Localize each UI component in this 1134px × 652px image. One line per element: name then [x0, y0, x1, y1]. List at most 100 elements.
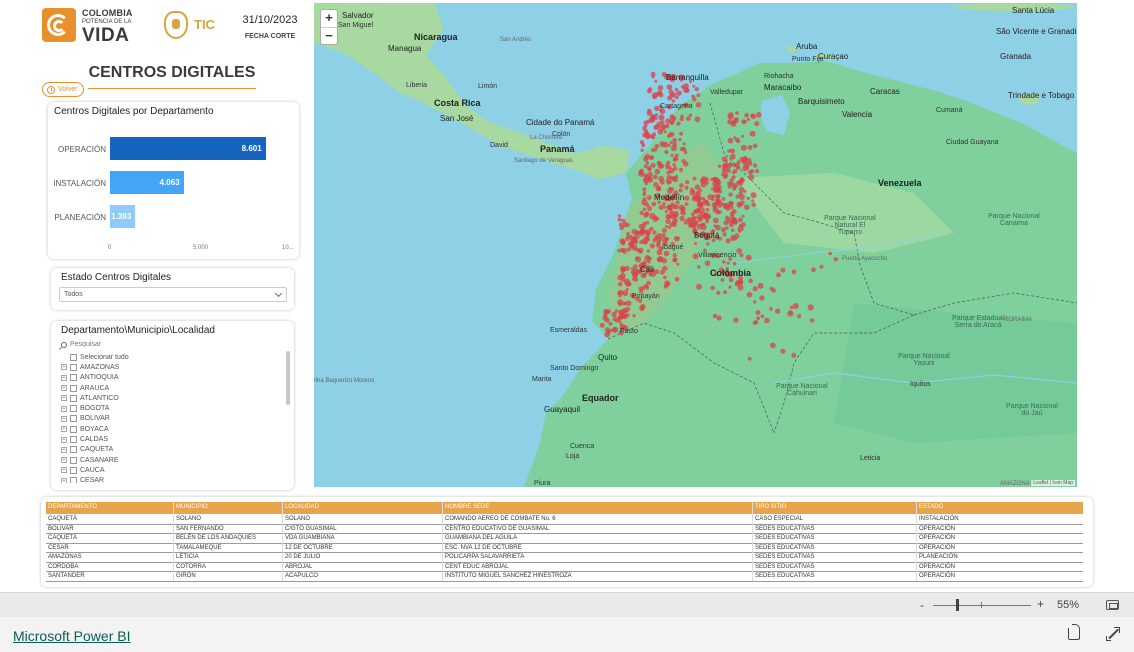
- centro-point[interactable]: [707, 203, 711, 207]
- centro-point[interactable]: [733, 136, 737, 140]
- centro-point[interactable]: [695, 195, 702, 202]
- centro-point[interactable]: [723, 220, 729, 226]
- centro-point[interactable]: [682, 142, 686, 146]
- centro-point[interactable]: [688, 223, 693, 229]
- centro-point[interactable]: [630, 267, 635, 271]
- centro-point[interactable]: [696, 283, 702, 290]
- table-row[interactable]: CAQUETÁ SOLANO SOLANO COMANDO AEREO DE COMB…: [46, 515, 1083, 525]
- table-column-header[interactable]: DEPARTAMENTO: [48, 504, 97, 510]
- centro-point[interactable]: [673, 213, 679, 218]
- centro-point[interactable]: [670, 121, 674, 125]
- centro-point[interactable]: [659, 141, 666, 147]
- centro-point[interactable]: [704, 260, 711, 267]
- slicer-item[interactable]: + BOGOTA: [61, 403, 287, 413]
- centro-point[interactable]: [791, 269, 797, 275]
- centro-point[interactable]: [648, 167, 652, 172]
- centro-point[interactable]: [688, 113, 693, 117]
- centro-point[interactable]: [666, 180, 671, 185]
- centro-point[interactable]: [684, 185, 689, 190]
- centro-point[interactable]: [690, 187, 694, 192]
- centro-point[interactable]: [723, 290, 727, 295]
- centro-point[interactable]: [621, 242, 626, 246]
- centro-point[interactable]: [626, 247, 632, 252]
- centro-point[interactable]: [733, 185, 737, 189]
- centro-point[interactable]: [728, 285, 732, 289]
- centro-point[interactable]: [712, 177, 717, 181]
- centro-point[interactable]: [660, 120, 665, 125]
- expand-icon[interactable]: +: [61, 395, 67, 402]
- centro-point[interactable]: [729, 181, 734, 187]
- centro-point[interactable]: [649, 226, 654, 232]
- zoom-in-button[interactable]: +: [1037, 597, 1044, 611]
- slicer-item[interactable]: + CAUCA: [61, 465, 287, 475]
- centro-point[interactable]: [653, 125, 658, 130]
- centro-point[interactable]: [645, 161, 650, 165]
- centro-point[interactable]: [666, 84, 673, 90]
- centro-point[interactable]: [679, 131, 683, 136]
- centro-point[interactable]: [732, 261, 737, 266]
- centro-point[interactable]: [617, 291, 622, 296]
- centro-point[interactable]: [625, 300, 632, 307]
- centro-point[interactable]: [679, 215, 685, 222]
- centro-point[interactable]: [746, 157, 752, 164]
- centro-point[interactable]: [721, 202, 725, 206]
- centro-point[interactable]: [716, 194, 720, 199]
- centro-point[interactable]: [693, 209, 697, 213]
- centro-point[interactable]: [747, 356, 752, 361]
- table-column-header[interactable]: MUNICIPIO: [176, 504, 208, 510]
- checkbox[interactable]: [70, 405, 77, 413]
- centro-point[interactable]: [741, 134, 744, 138]
- centro-point[interactable]: [729, 153, 736, 160]
- centro-point[interactable]: [722, 232, 727, 237]
- centro-point[interactable]: [742, 165, 749, 172]
- centro-point[interactable]: [731, 175, 736, 180]
- centro-point[interactable]: [650, 162, 656, 168]
- checkbox[interactable]: [70, 384, 77, 392]
- centro-point[interactable]: [722, 162, 729, 169]
- slicer-item[interactable]: + AMAZONAS: [61, 362, 287, 372]
- centro-point[interactable]: [731, 234, 735, 239]
- centro-point[interactable]: [720, 278, 725, 282]
- centro-point[interactable]: [780, 348, 786, 354]
- centro-point[interactable]: [756, 112, 762, 118]
- centro-point[interactable]: [699, 202, 704, 206]
- centro-point[interactable]: [642, 207, 647, 212]
- centro-point[interactable]: [652, 132, 657, 137]
- centro-point[interactable]: [679, 117, 684, 122]
- centro-point[interactable]: [710, 285, 715, 291]
- table-column-header[interactable]: LOCALIDAD: [285, 504, 319, 510]
- centro-point[interactable]: [705, 208, 710, 212]
- centro-point[interactable]: [642, 191, 646, 195]
- centro-point[interactable]: [735, 165, 741, 171]
- centro-point[interactable]: [643, 212, 649, 218]
- centro-point[interactable]: [725, 238, 731, 244]
- slicer-item[interactable]: + ANTIOQUIA: [61, 373, 287, 383]
- centro-point[interactable]: [739, 253, 744, 258]
- bar-2[interactable]: 1.393: [110, 205, 136, 228]
- centro-point[interactable]: [608, 321, 613, 326]
- centro-point[interactable]: [651, 147, 656, 153]
- centro-point[interactable]: [712, 205, 717, 210]
- centro-point[interactable]: [757, 282, 764, 289]
- centro-point[interactable]: [645, 131, 649, 135]
- centro-point[interactable]: [646, 119, 651, 124]
- centro-point[interactable]: [617, 217, 622, 222]
- table-row[interactable]: AMAZONAS LETICIA 20 DE JULIO POLICARPA SALA…: [46, 553, 1083, 563]
- centro-point[interactable]: [736, 160, 741, 165]
- table-column-header[interactable]: TIPO SITIO: [755, 504, 786, 510]
- centro-point[interactable]: [731, 228, 735, 232]
- centro-point[interactable]: [649, 243, 656, 249]
- centro-point[interactable]: [642, 221, 647, 226]
- centro-point[interactable]: [833, 257, 838, 262]
- centro-point[interactable]: [656, 256, 663, 263]
- centro-point[interactable]: [657, 90, 663, 96]
- estado-dropdown[interactable]: Todos: [59, 287, 287, 302]
- centro-point[interactable]: [678, 188, 683, 193]
- expand-icon[interactable]: +: [61, 477, 67, 483]
- centro-point[interactable]: [626, 231, 630, 236]
- centro-point[interactable]: [668, 216, 672, 220]
- centro-point[interactable]: [724, 159, 728, 163]
- centro-point[interactable]: [727, 137, 734, 144]
- centro-point[interactable]: [644, 255, 651, 261]
- centro-point[interactable]: [746, 196, 750, 200]
